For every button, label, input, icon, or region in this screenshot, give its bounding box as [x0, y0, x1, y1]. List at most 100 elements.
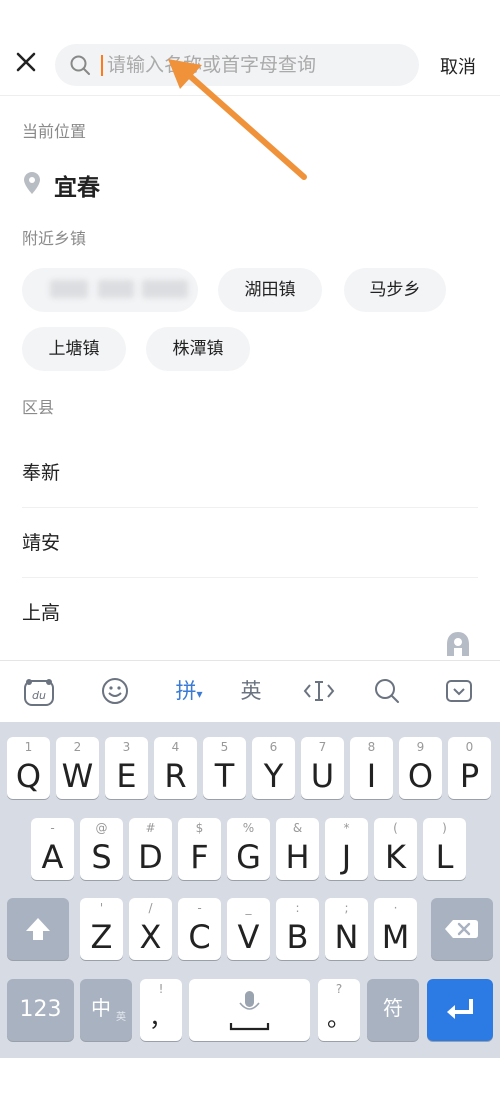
key-d[interactable]: # D — [129, 818, 172, 880]
key-c[interactable]: -C — [178, 898, 221, 960]
key-z[interactable]: ' Z — [80, 898, 123, 960]
key-sub-label: 8 — [367, 740, 376, 754]
location-pin-icon — [24, 172, 40, 194]
district-item[interactable]: 奉新 — [22, 438, 478, 508]
key-p[interactable]: 0P — [448, 737, 491, 799]
key-a[interactable]: -A — [31, 818, 74, 880]
close-button[interactable] — [12, 48, 40, 76]
key-j[interactable]: * J — [325, 818, 368, 880]
key-label: T — [214, 757, 235, 795]
space-key[interactable] — [189, 979, 310, 1041]
key-n[interactable]: ; N — [325, 898, 368, 960]
key-q[interactable]: 1Q — [7, 737, 50, 799]
districts-title: 区县 — [22, 398, 55, 417]
shift-key[interactable] — [7, 898, 69, 960]
key-sub-label: ' — [99, 901, 104, 915]
dropdown-icon: ▾ — [196, 687, 203, 701]
key-h[interactable]: & H — [276, 818, 319, 880]
key-label: N — [334, 918, 359, 956]
numbers-key[interactable]: 123 — [7, 979, 74, 1041]
key-sub-label: ! — [158, 982, 164, 996]
text-caret — [101, 55, 103, 76]
key-sub-label: 9 — [416, 740, 425, 754]
key-x[interactable]: / X — [129, 898, 172, 960]
key-w[interactable]: 2W — [56, 737, 99, 799]
town-chip[interactable]: 上塘镇 — [22, 327, 126, 371]
town-chip[interactable]: 马步乡 — [344, 268, 446, 312]
key-sub-label: : — [295, 901, 300, 915]
key-label: U — [310, 757, 335, 795]
key-label: H — [285, 838, 310, 876]
town-chip[interactable]: 湖田镇 — [218, 268, 322, 312]
key-sub-label: @ — [95, 821, 108, 835]
key-label: M — [381, 918, 410, 956]
key-y[interactable]: 6Y — [252, 737, 295, 799]
key-label: ， — [149, 1004, 173, 1032]
baidu-logo-button[interactable]: du — [22, 677, 56, 707]
chinese-english-toggle-key[interactable]: 中 英 — [80, 979, 132, 1041]
key-m[interactable]: · M — [374, 898, 417, 960]
key-sub-label: - — [197, 901, 202, 915]
town-chip[interactable]: 株潭镇 — [146, 327, 250, 371]
pinyin-label: 拼 — [175, 679, 197, 703]
key-label: E — [116, 757, 137, 795]
key-sub-label: 5 — [220, 740, 229, 754]
key-r[interactable]: 4R — [154, 737, 197, 799]
key-k[interactable]: (K — [374, 818, 417, 880]
period-key[interactable]: ? 。 — [318, 979, 360, 1041]
emoji-icon — [102, 678, 128, 704]
keyboard: 1Q 2W 3E 4R 5T 6Y 7U 8I 9O 0P -A @ S # D $… — [0, 722, 500, 1058]
key-b[interactable]: :B — [276, 898, 319, 960]
key-sub-label: % — [242, 821, 255, 835]
search-input[interactable] — [107, 44, 407, 86]
key-sub-label: _ — [245, 901, 252, 915]
town-chip-redacted[interactable] — [22, 268, 198, 312]
key-e[interactable]: 3E — [105, 737, 148, 799]
key-u[interactable]: 7U — [301, 737, 344, 799]
nearby-towns-title: 附近乡镇 — [22, 229, 87, 248]
key-label: 。 — [327, 1004, 351, 1032]
redacted-block — [50, 280, 88, 298]
english-mode-button[interactable]: 英 — [236, 677, 266, 707]
key-l[interactable]: ) L — [423, 818, 466, 880]
key-i[interactable]: 8I — [350, 737, 393, 799]
symbols-key[interactable]: 符 — [367, 979, 419, 1041]
key-label: 符 — [383, 996, 403, 1020]
shift-icon — [26, 918, 50, 940]
enter-key[interactable] — [427, 979, 493, 1041]
key-label: Y — [263, 757, 284, 795]
key-sub-label: 7 — [318, 740, 327, 754]
cursor-move-button[interactable] — [302, 677, 336, 707]
backspace-key[interactable] — [431, 898, 493, 960]
key-sub-label: / — [148, 901, 153, 915]
voice-assistant-icon[interactable] — [444, 630, 472, 658]
key-f[interactable]: $ F — [178, 818, 221, 880]
comma-key[interactable]: ! ， — [140, 979, 182, 1041]
key-sub-label: $ — [195, 821, 204, 835]
key-v[interactable]: _ V — [227, 898, 270, 960]
key-label: R — [164, 757, 187, 795]
key-label: Z — [90, 918, 113, 956]
key-label: O — [407, 757, 434, 795]
key-label: B — [286, 918, 309, 956]
key-s[interactable]: @ S — [80, 818, 123, 880]
district-item[interactable]: 靖安 — [22, 508, 478, 578]
key-g[interactable]: % G — [227, 818, 270, 880]
key-sub-label: # — [145, 821, 156, 835]
pinyin-mode-button[interactable]: 拼▾ — [168, 677, 210, 707]
search-box[interactable] — [55, 44, 419, 86]
key-sub-label: 3 — [122, 740, 131, 754]
emoji-button[interactable] — [100, 677, 130, 707]
key-sub-label: & — [292, 821, 303, 835]
district-item[interactable]: 上高 — [22, 578, 478, 648]
key-label: F — [190, 838, 209, 876]
key-t[interactable]: 5T — [203, 737, 246, 799]
key-label: L — [435, 838, 454, 876]
hide-keyboard-button[interactable] — [444, 677, 474, 707]
key-o[interactable]: 9O — [399, 737, 442, 799]
key-sub-label: 2 — [73, 740, 82, 754]
cancel-button[interactable]: 取消 — [440, 53, 476, 79]
key-sub-label: * — [343, 821, 350, 835]
enter-return-icon — [447, 999, 473, 1019]
keyboard-search-button[interactable] — [372, 677, 402, 707]
